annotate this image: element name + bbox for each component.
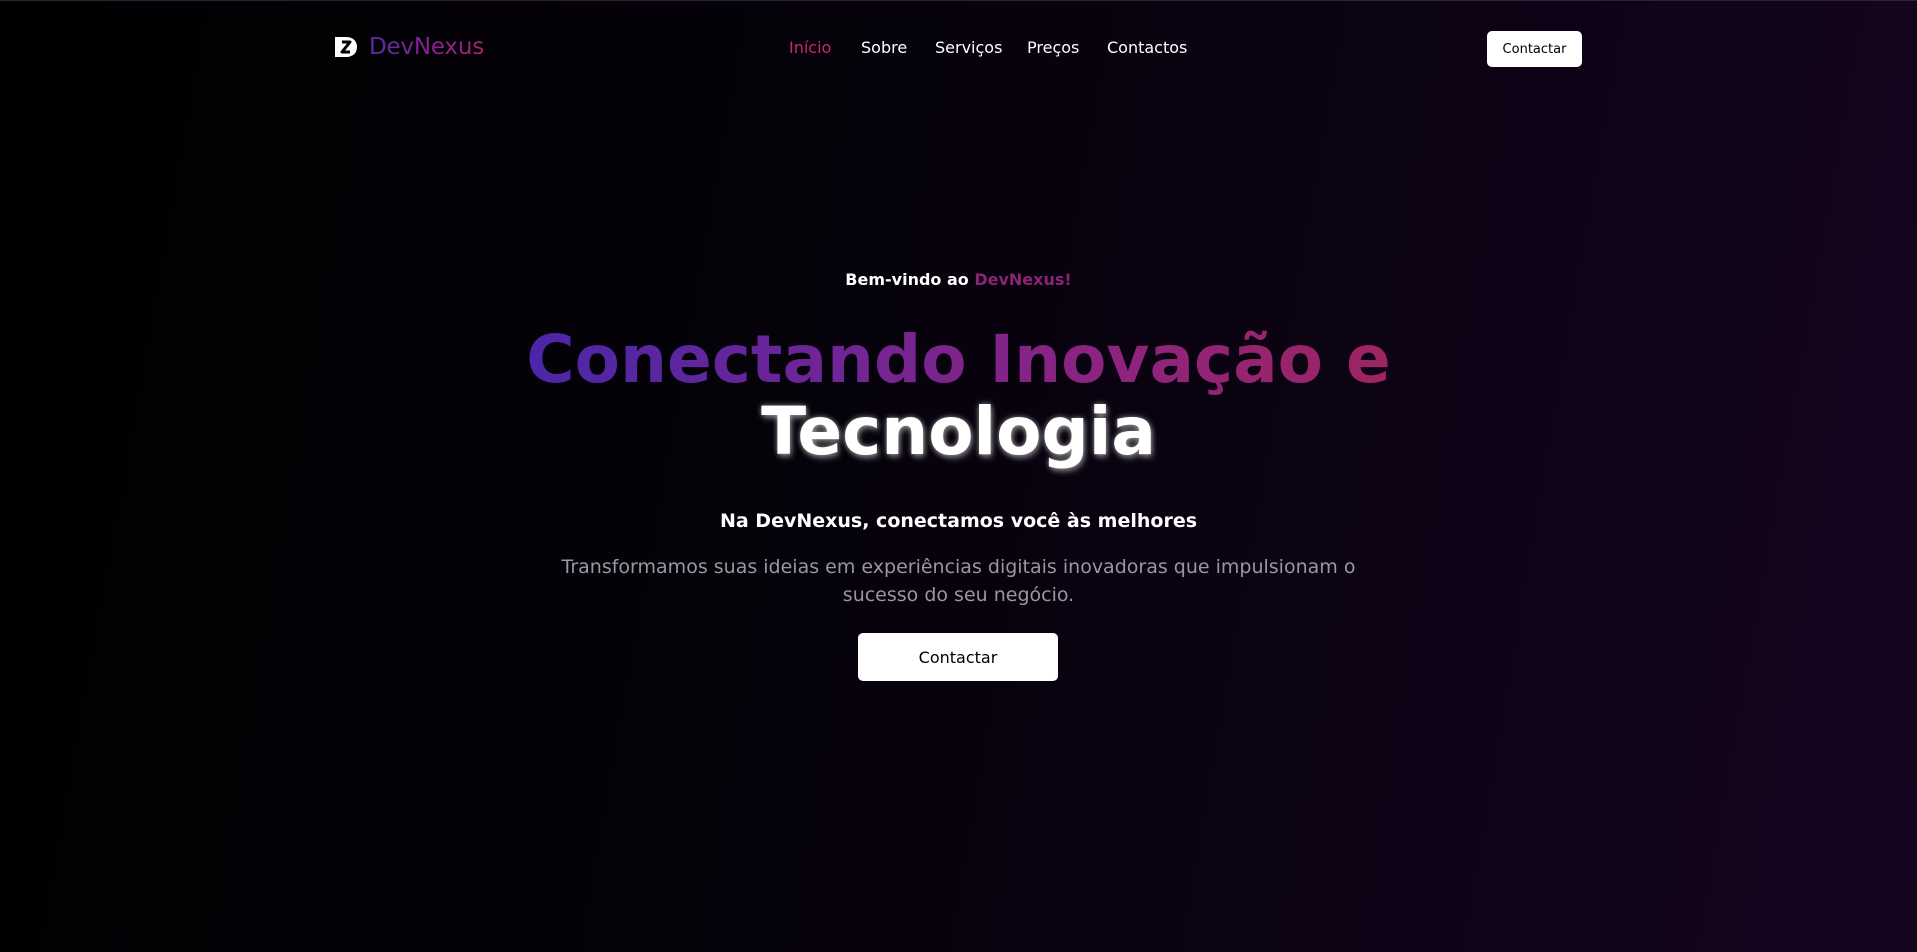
welcome-prefix: Bem-vindo ao — [845, 270, 969, 289]
hero-contact-button[interactable]: Contactar — [858, 633, 1058, 681]
headline-line-2: Tecnologia — [761, 393, 1156, 470]
brand-name: DevNexus — [369, 34, 484, 60]
nav-link-precos[interactable]: Preços — [1027, 38, 1079, 57]
welcome-text: Bem-vindo ao DevNexus! — [0, 270, 1917, 289]
nav-link-sobre[interactable]: Sobre — [861, 38, 907, 57]
welcome-brand: DevNexus! — [974, 270, 1072, 289]
hero-subtitle: Na DevNexus, conectamos você às melhores — [719, 510, 1198, 532]
devnexus-logo-icon — [333, 34, 359, 60]
nav-link-contactos[interactable]: Contactos — [1107, 38, 1187, 57]
nav-contact-button[interactable]: Contactar — [1487, 31, 1582, 67]
hero-description: Transformamos suas ideias em experiência… — [561, 556, 1356, 606]
navbar: DevNexus Início Sobre Serviços Preços Co… — [0, 0, 1917, 98]
nav-link-inicio[interactable]: Início — [789, 38, 831, 57]
nav-link-servicos[interactable]: Serviços — [935, 38, 1002, 57]
logo-link[interactable]: DevNexus — [333, 34, 484, 60]
headline-gradient-text: Conectando Inovação e — [526, 321, 1391, 398]
